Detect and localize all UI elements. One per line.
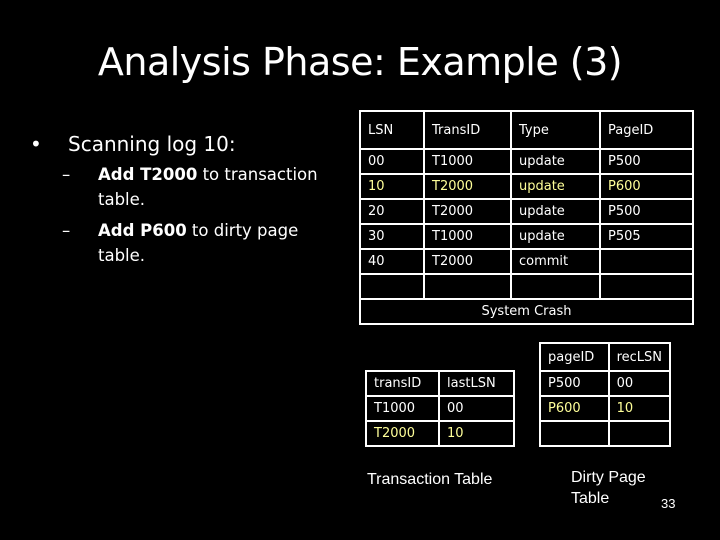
header-cell: Type (510, 110, 601, 150)
sub-bullet-bold: Add P600 (98, 221, 187, 240)
table-row-empty (359, 273, 694, 300)
cell: T2000 (423, 248, 512, 275)
system-crash-label: System Crash (359, 298, 694, 325)
transaction-table-header: transID lastLSN (365, 370, 515, 397)
transaction-table: transID lastLSN T1000 00 T2000 10 (365, 370, 515, 447)
cell: 30 (359, 223, 425, 250)
cell (599, 248, 694, 275)
cell (423, 273, 512, 300)
cell: 40 (359, 248, 425, 275)
cell: T2000 (365, 420, 440, 447)
table-row: 40 T2000 commit (359, 248, 694, 275)
dash-icon: – (62, 165, 71, 184)
table-row-highlighted: T2000 10 (365, 420, 515, 447)
cell (510, 273, 601, 300)
caption-line: Table (571, 490, 610, 507)
cell: 10 (359, 173, 425, 200)
table-row-highlighted: 10 T2000 update P600 (359, 173, 694, 200)
cell: 10 (607, 395, 672, 422)
cell (599, 273, 694, 300)
cell: T2000 (423, 173, 512, 200)
cell: update (510, 173, 601, 200)
header-cell: transID (365, 370, 440, 397)
cell: T1000 (423, 148, 512, 175)
cell: T2000 (423, 198, 512, 225)
cell (607, 420, 672, 447)
header-cell: recLSN (607, 342, 672, 372)
cell (359, 273, 425, 300)
cell: 00 (607, 370, 672, 397)
cell: 20 (359, 198, 425, 225)
cell: update (510, 223, 601, 250)
table-row: 30 T1000 update P505 (359, 223, 694, 250)
bullet-list: • Scanning log 10: – Add T2000 to transa… (30, 132, 330, 268)
table-row: 00 T1000 update P500 (359, 148, 694, 175)
cell: P600 (539, 395, 610, 422)
cell: T1000 (423, 223, 512, 250)
table-row: P500 00 (539, 370, 672, 397)
transaction-table-caption: Transaction Table (367, 471, 493, 488)
dirty-page-table-header: pageID recLSN (539, 342, 672, 372)
sub-bullet: – Add P600 to dirty page table. (62, 218, 330, 268)
slide-title: Analysis Phase: Example (3) (97, 40, 623, 84)
header-cell: pageID (539, 342, 610, 372)
dirty-page-table-caption: Dirty Page Table (571, 467, 646, 509)
cell: update (510, 148, 601, 175)
caption-line: Dirty Page (571, 469, 646, 486)
cell: P500 (599, 198, 694, 225)
cell: P500 (599, 148, 694, 175)
table-row: T1000 00 (365, 395, 515, 422)
cell: P505 (599, 223, 694, 250)
system-crash-row: System Crash (359, 298, 694, 325)
table-row: 20 T2000 update P500 (359, 198, 694, 225)
bullet-main-text: Scanning log 10: (68, 132, 236, 156)
table-row-empty (539, 420, 672, 447)
cell: 00 (359, 148, 425, 175)
table-row-highlighted: P600 10 (539, 395, 672, 422)
sub-bullet: – Add T2000 to transaction table. (62, 162, 330, 212)
header-cell: PageID (599, 110, 694, 150)
bullet-main: • Scanning log 10: (30, 132, 330, 156)
cell: P600 (599, 173, 694, 200)
page-number: 33 (661, 496, 676, 511)
log-table-header: LSN TransID Type PageID (359, 110, 694, 150)
cell (539, 420, 610, 447)
cell: 00 (438, 395, 515, 422)
cell: commit (510, 248, 601, 275)
header-cell: LSN (359, 110, 425, 150)
cell: P500 (539, 370, 610, 397)
cell: 10 (438, 420, 515, 447)
dirty-page-table: pageID recLSN P500 00 P600 10 (539, 342, 672, 447)
cell: update (510, 198, 601, 225)
dash-icon: – (62, 221, 71, 240)
cell: T1000 (365, 395, 440, 422)
header-cell: lastLSN (438, 370, 515, 397)
bullet-dot-icon: • (30, 132, 42, 156)
header-cell: TransID (423, 110, 512, 150)
sub-bullet-bold: Add T2000 (98, 165, 198, 184)
log-table: LSN TransID Type PageID 00 T1000 update P50… (359, 110, 694, 325)
